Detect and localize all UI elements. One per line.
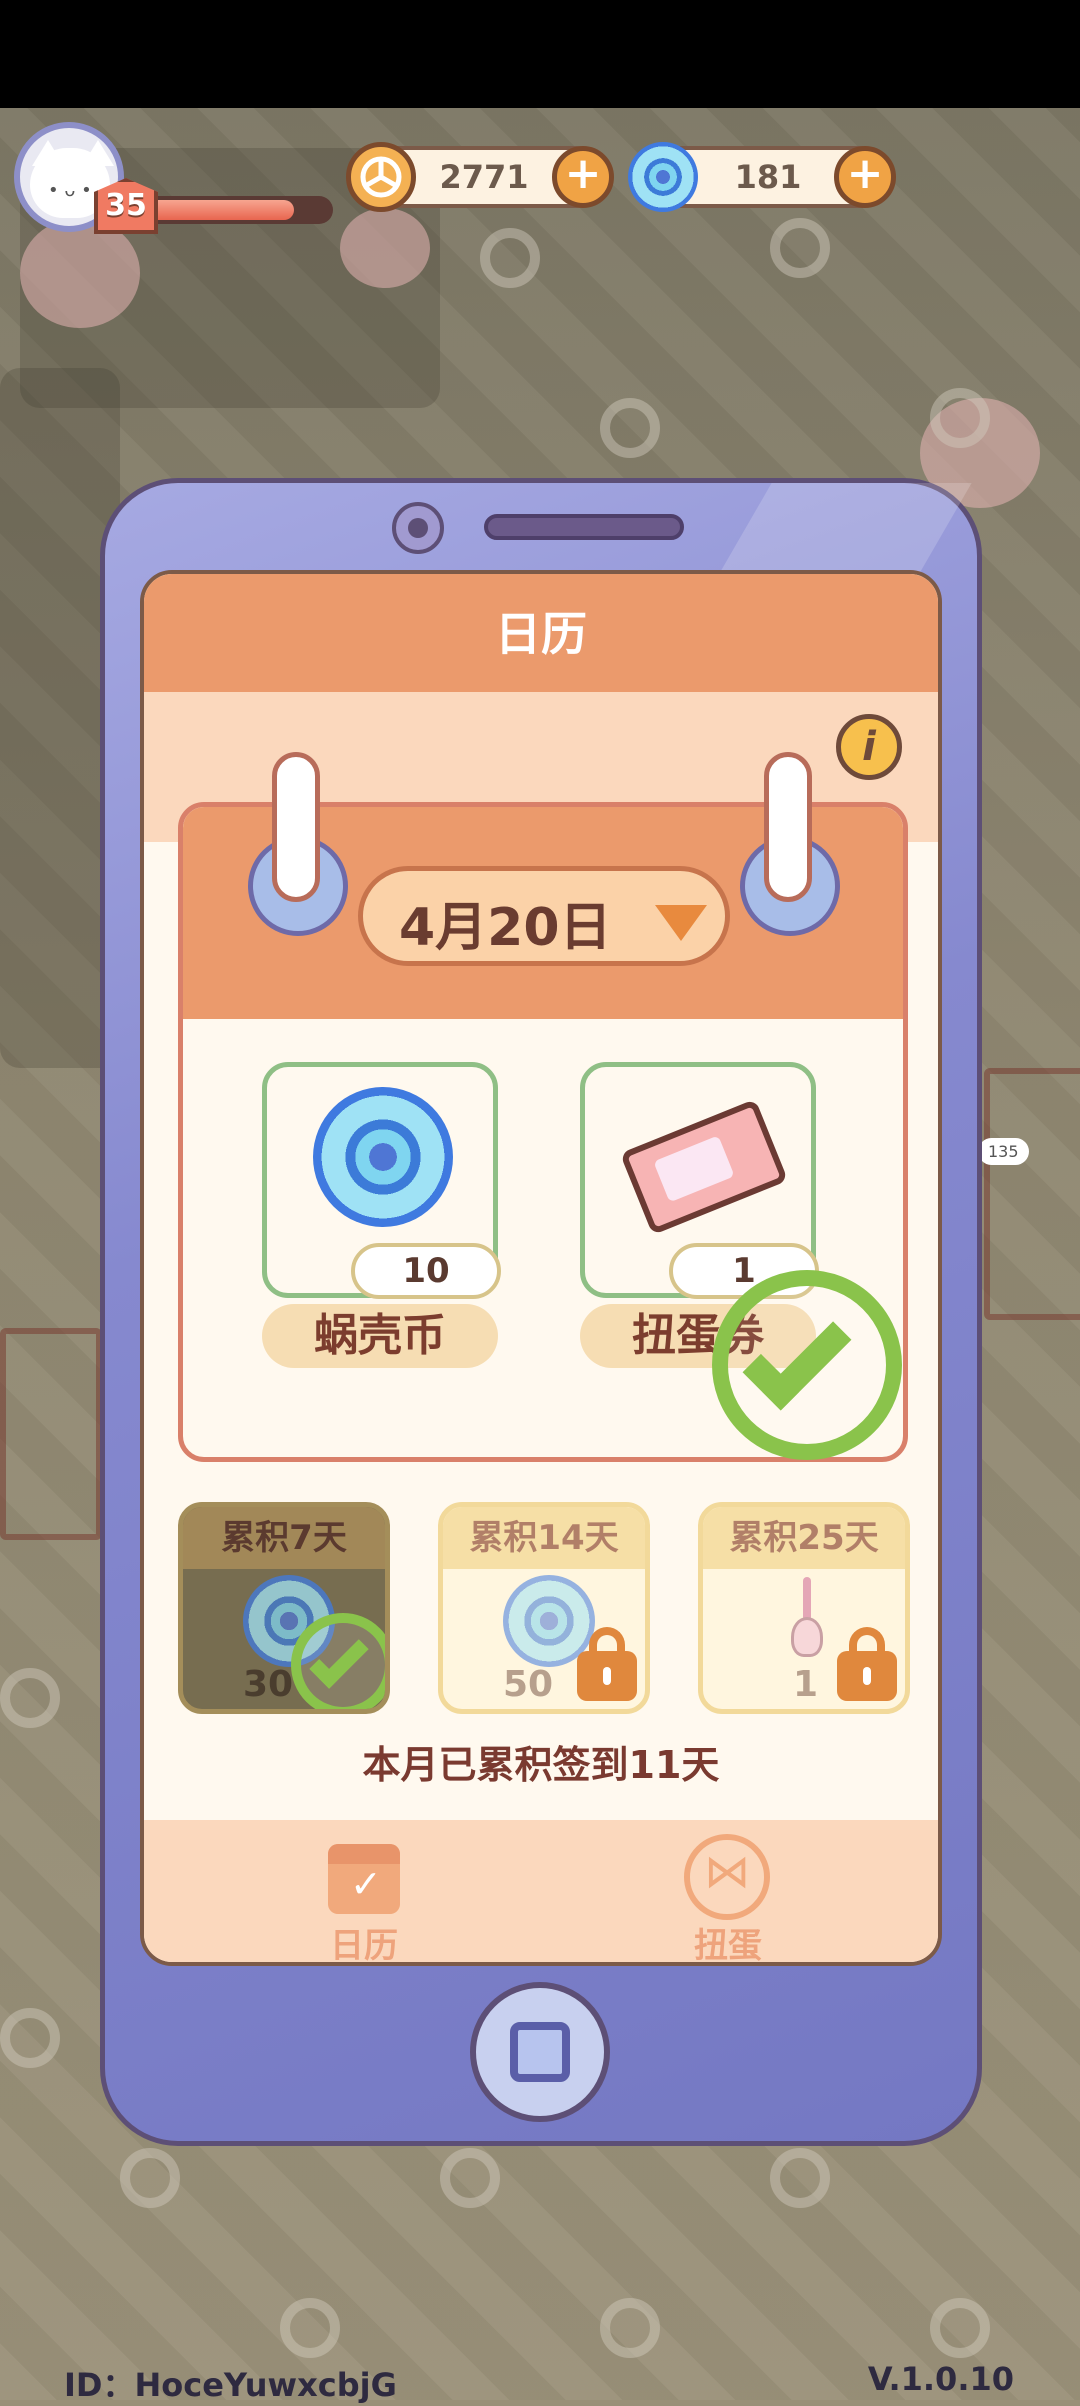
calendar-icon — [328, 1844, 400, 1914]
level-number: 35 — [105, 188, 147, 223]
snail-coin-value: 181 — [734, 158, 802, 196]
gacha-icon — [684, 1834, 770, 1920]
calendar-pin-left — [272, 752, 320, 902]
tab-calendar[interactable]: 日历 — [264, 1830, 464, 1962]
snail-coin-icon — [313, 1087, 453, 1227]
check-icon — [291, 1613, 385, 1709]
reward-slot-gacha-ticket[interactable]: 1 — [580, 1062, 819, 1299]
page-title: 日历 — [495, 607, 587, 661]
tab-gacha[interactable]: 扭蛋 — [628, 1830, 828, 1962]
selected-date: 4月20日 — [399, 898, 612, 958]
claimed-check-icon — [712, 1270, 902, 1460]
bottom-tab-bar: 日历 扭蛋 — [144, 1820, 938, 1962]
calendar-screen: 日历 i 4月20日 10 蜗壳币 1 扭蛋券 累积7天 30 累积14天 50… — [140, 570, 942, 1966]
milestone-14-days[interactable]: 累积14天 50 — [438, 1502, 650, 1714]
cat-face-icon: • ᴗ • — [48, 180, 92, 201]
level-progress-bar — [128, 196, 333, 224]
reward-count: 10 — [351, 1243, 501, 1299]
phone-speaker — [484, 514, 684, 540]
date-selector[interactable]: 4月20日 — [358, 866, 730, 966]
gacha-ticket-icon — [619, 1098, 789, 1236]
checkin-summary: 本月已累积签到11天 — [362, 1743, 720, 1787]
info-icon[interactable]: i — [836, 714, 902, 780]
player-id: ID：HoceYuwxcbjG — [64, 2366, 397, 2404]
reward-slot-snail-coin[interactable]: 10 — [262, 1062, 501, 1299]
milestone-label: 累积25天 — [703, 1507, 905, 1569]
add-snail-coins-button[interactable]: + — [834, 146, 896, 208]
lock-icon — [837, 1627, 897, 1701]
milestone-amount: 30 — [243, 1664, 294, 1705]
reward-label: 蜗壳币 — [262, 1304, 498, 1368]
milestone-label: 累积14天 — [443, 1507, 645, 1569]
coin-icon — [346, 142, 416, 212]
chevron-down-icon — [655, 905, 707, 941]
milestone-amount: 1 — [793, 1664, 819, 1705]
lock-icon — [577, 1627, 637, 1701]
coin-value: 2771 — [439, 158, 529, 196]
phone-home-button[interactable] — [470, 1982, 610, 2122]
milestone-label: 累积7天 — [183, 1507, 385, 1569]
add-coins-button[interactable]: + — [552, 146, 614, 208]
milestone-7-days[interactable]: 累积7天 30 — [178, 1502, 390, 1714]
phone-camera — [392, 502, 444, 554]
level-badge: 35 — [94, 178, 158, 234]
background-sign: 135 — [978, 1138, 1029, 1165]
tab-label: 扭蛋 — [694, 1926, 762, 1966]
version-label: V.1.0.10 — [867, 2360, 1014, 2398]
calendar-pin-right — [764, 752, 812, 902]
tab-label: 日历 — [330, 1926, 398, 1966]
snail-coin-icon — [628, 142, 698, 212]
milestone-25-days[interactable]: 累积25天 1 — [698, 1502, 910, 1714]
vase-icon — [787, 1577, 827, 1667]
milestone-amount: 50 — [503, 1664, 554, 1705]
status-bar — [0, 0, 1080, 108]
